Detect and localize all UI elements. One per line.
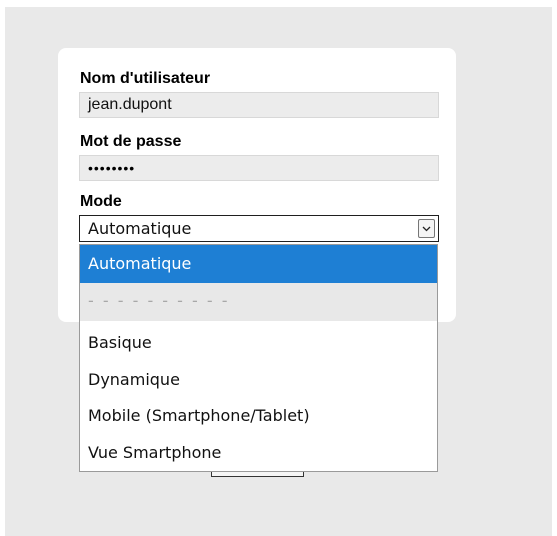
option-automatique[interactable]: Automatique — [80, 245, 437, 283]
mode-label: Mode — [80, 193, 122, 210]
mode-select[interactable]: Automatique — [79, 215, 439, 242]
option-separator: - - - - - - - - - - — [80, 283, 437, 321]
password-field[interactable]: •••••••• — [79, 155, 439, 181]
option-dynamique[interactable]: Dynamique — [80, 364, 437, 396]
option-mobile[interactable]: Mobile (Smartphone/Tablet) — [80, 400, 437, 432]
password-label: Mot de passe — [80, 133, 182, 150]
username-field[interactable]: jean.dupont — [79, 92, 439, 118]
option-basique[interactable]: Basique — [80, 327, 437, 359]
option-vue-smartphone[interactable]: Vue Smartphone — [80, 437, 437, 469]
mode-select-value: Automatique — [88, 219, 192, 238]
mode-dropdown-list: Automatique - - - - - - - - - - Basique … — [79, 244, 438, 472]
chevron-down-icon[interactable] — [418, 219, 435, 238]
username-label: Nom d'utilisateur — [80, 70, 211, 87]
